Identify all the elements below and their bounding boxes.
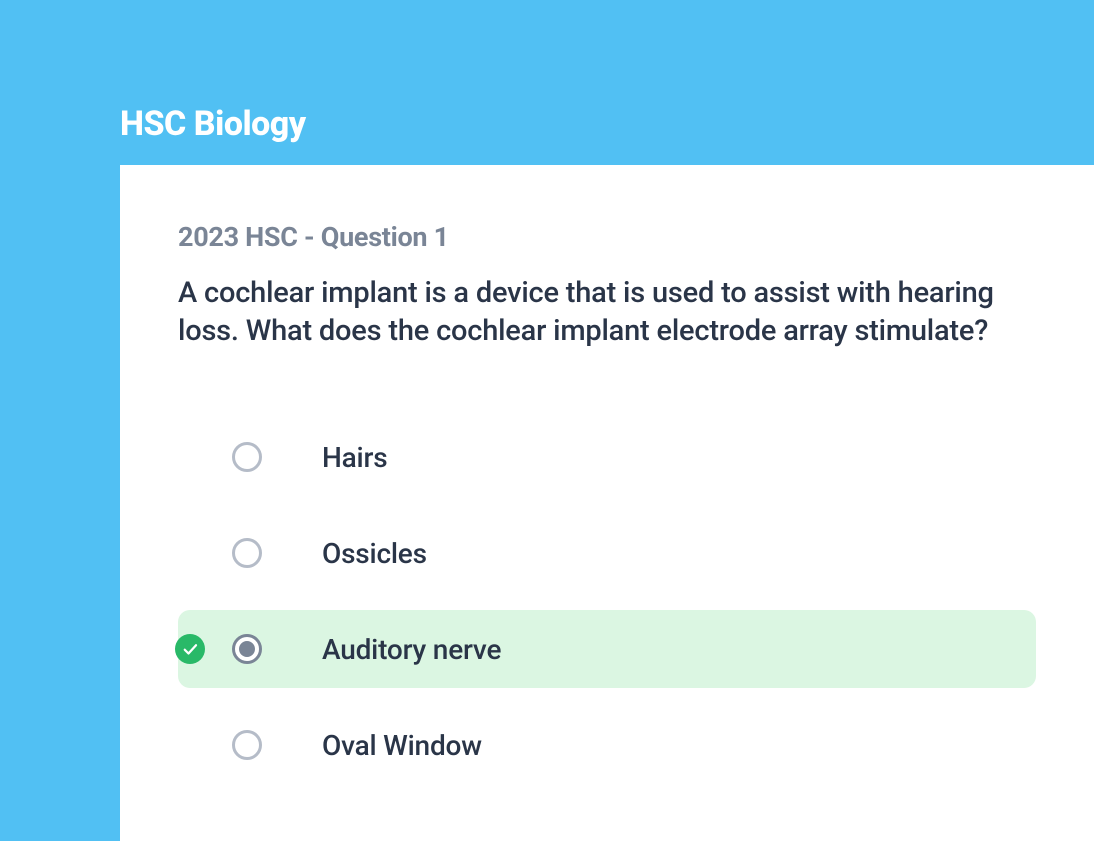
option-auditory-nerve[interactable]: Auditory nerve [178,610,1036,688]
question-card: 2023 HSC - Question 1 A cochlear implant… [120,165,1094,841]
page-title: HSC Biology [120,104,306,144]
option-label: Oval Window [322,729,482,762]
option-hairs[interactable]: Hairs [178,418,1036,496]
option-label: Hairs [322,441,387,474]
radio-icon [232,730,262,760]
question-text: A cochlear implant is a device that is u… [178,275,1036,350]
radio-icon [232,442,262,472]
option-label: Ossicles [322,537,427,570]
sidebar-background [0,0,120,841]
radio-icon-selected [232,634,262,664]
option-label: Auditory nerve [322,633,501,666]
checkmark-icon [175,634,205,664]
options-list: Hairs Ossicles Auditory nerve Oval Windo… [178,418,1036,784]
radio-icon [232,538,262,568]
option-oval-window[interactable]: Oval Window [178,706,1036,784]
option-ossicles[interactable]: Ossicles [178,514,1036,592]
question-label: 2023 HSC - Question 1 [178,221,1036,253]
